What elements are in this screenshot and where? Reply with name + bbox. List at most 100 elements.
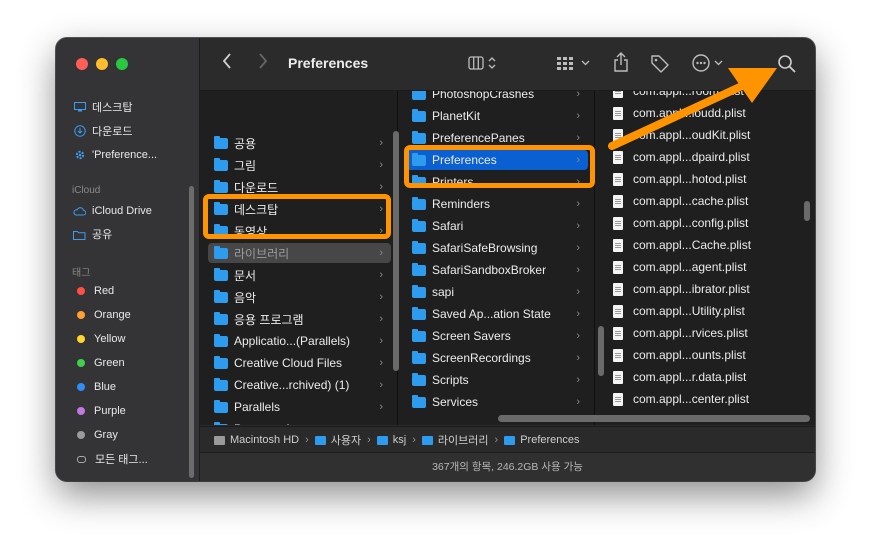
col3-item-7[interactable]: com.appl...Cache.plist — [603, 235, 809, 255]
col2-item-6[interactable]: Safari › — [406, 216, 588, 236]
sidebar-tag-green[interactable]: Green — [73, 354, 125, 372]
item-label: com.appl...dpaird.plist — [633, 150, 750, 164]
item-label: Scripts — [432, 373, 469, 387]
group-grid-icon[interactable] — [556, 56, 592, 74]
plist-file-icon — [613, 128, 623, 142]
col1-item-11[interactable]: Creative...rchived) (1) › — [208, 375, 391, 395]
col2-item-5[interactable]: Reminders › — [406, 194, 588, 214]
col1-item-8[interactable]: 응용 프로그램 › — [208, 309, 391, 329]
col2-item-7[interactable]: SafariSafeBrowsing › — [406, 238, 588, 258]
col3-item-10[interactable]: com.appl...Utility.plist — [603, 301, 809, 321]
sidebar-tag-red[interactable]: Red — [73, 282, 114, 300]
col3-item-12[interactable]: com.appl...ounts.plist — [603, 345, 809, 365]
sidebar-item-label: iCloud Drive — [92, 205, 152, 217]
col2-item-9[interactable]: sapi › — [406, 282, 588, 302]
item-label: com.appl...hotod.plist — [633, 172, 747, 186]
sidebar-all-tags[interactable]: 모든 태그... — [73, 450, 148, 468]
col3-item-6[interactable]: com.appl...config.plist — [603, 213, 809, 233]
col3-item-14[interactable]: com.appl...center.plist — [603, 389, 809, 409]
tag-icon[interactable] — [650, 53, 670, 77]
col3-item-0[interactable]: com.appl...room.plist — [603, 91, 809, 101]
col3-item-3[interactable]: com.appl...dpaird.plist — [603, 147, 809, 167]
col1-item-1[interactable]: 그림 › — [208, 155, 391, 175]
sidebar-item-label: Blue — [94, 381, 117, 393]
col3-item-4[interactable]: com.appl...hotod.plist — [603, 169, 809, 189]
sidebar-item-downloads[interactable]: 다운로드 — [73, 122, 132, 140]
chevron-right-icon: › — [576, 132, 580, 144]
chevron-right-icon: › — [379, 423, 383, 425]
horizontal-scrollbar[interactable] — [498, 415, 810, 422]
path-segment-ksj[interactable]: ksj — [376, 434, 406, 446]
chevron-right-icon: › — [379, 269, 383, 281]
share-icon[interactable] — [612, 51, 630, 77]
column-view-icon[interactable] — [468, 55, 496, 75]
col1-item-13[interactable]: Postman Agent › — [208, 419, 391, 425]
col3-item-1[interactable]: com.appl...loudd.plist — [603, 103, 809, 123]
col2-item-1[interactable]: PlanetKit › — [406, 106, 588, 126]
path-segment-macintosh-hd[interactable]: Macintosh HD — [214, 434, 299, 446]
col1-item-9[interactable]: Applicatio...(Parallels) › — [208, 331, 391, 351]
col2-item-13[interactable]: Scripts › — [406, 370, 588, 390]
path-segment-users[interactable]: 사용자 — [314, 432, 362, 448]
sidebar-tag-blue[interactable]: Blue — [73, 378, 116, 396]
col2-item-0[interactable]: PhotoshopCrashes › — [406, 91, 588, 104]
all-tags-icon — [77, 455, 86, 463]
chevron-right-icon: › — [379, 137, 383, 149]
sidebar-scrollbar[interactable] — [189, 186, 194, 478]
col2-item-10[interactable]: Saved Ap...ation State › — [406, 304, 588, 324]
sidebar-item-shared[interactable]: 공유 — [73, 225, 112, 243]
zoom-button[interactable] — [116, 58, 128, 70]
col3-item-8[interactable]: com.appl...agent.plist — [603, 257, 809, 277]
item-label: com.appl...Cache.plist — [633, 238, 752, 252]
col1-item-10[interactable]: Creative Cloud Files › — [208, 353, 391, 373]
search-icon[interactable] — [777, 54, 797, 78]
col3-item-5[interactable]: com.appl...cache.plist — [603, 191, 809, 211]
col1-item-6[interactable]: 문서 › — [208, 265, 391, 285]
item-label: 라이브러리 — [234, 246, 290, 261]
col3-item-13[interactable]: com.appl...r.data.plist — [603, 367, 809, 387]
item-label: SafariSandboxBroker — [432, 263, 547, 277]
col3-item-2[interactable]: com.appl...oudKit.plist — [603, 125, 809, 145]
item-label: com.appl...agent.plist — [633, 260, 747, 274]
forward-chevron-icon[interactable] — [258, 53, 268, 73]
plist-file-icon — [613, 150, 623, 164]
col2-item-12[interactable]: ScreenRecordings › — [406, 348, 588, 368]
sidebar-tag-purple[interactable]: Purple — [73, 402, 126, 420]
sidebar-item-desktop[interactable]: 데스크탑 — [73, 98, 132, 116]
item-label: Services — [432, 395, 479, 409]
path-segment-library[interactable]: 라이브러리 — [421, 432, 489, 448]
col2-item-14[interactable]: Services › — [406, 392, 588, 412]
column-3-scrollbar[interactable] — [804, 201, 810, 221]
col1-item-5[interactable]: 라이브러리 › — [208, 243, 391, 263]
path-label: 사용자 — [330, 435, 362, 447]
sidebar-item-preferences[interactable]: 'Preference... — [73, 146, 157, 164]
chevron-right-icon: › — [379, 357, 383, 369]
sidebar-item-icloud-drive[interactable]: iCloud Drive — [73, 202, 152, 220]
minimize-button[interactable] — [96, 58, 108, 70]
home-folder-icon — [376, 435, 388, 445]
col3-item-11[interactable]: com.appl...rvices.plist — [603, 323, 809, 343]
close-button[interactable] — [76, 58, 88, 70]
item-label: Safari — [432, 219, 464, 233]
col3-item-9[interactable]: com.appl...ibrator.plist — [603, 279, 809, 299]
col2-item-11[interactable]: Screen Savers › — [406, 326, 588, 346]
column-2-scrollbar[interactable] — [598, 326, 604, 376]
col1-item-12[interactable]: Parallels › — [208, 397, 391, 417]
sidebar-tag-gray[interactable]: Gray — [73, 426, 118, 444]
item-label: com.appl...Utility.plist — [633, 304, 745, 318]
back-chevron-icon[interactable] — [222, 53, 232, 73]
plist-file-icon — [613, 194, 623, 208]
sidebar-tag-orange[interactable]: Orange — [73, 306, 131, 324]
more-actions-icon[interactable] — [692, 53, 728, 77]
path-separator-icon: › — [367, 434, 371, 446]
column-1-scrollbar[interactable] — [393, 131, 399, 371]
path-label: 라이브러리 — [437, 435, 489, 447]
col1-item-7[interactable]: 음악 › — [208, 287, 391, 307]
sidebar-tag-yellow[interactable]: Yellow — [73, 330, 125, 348]
chevron-right-icon: › — [379, 313, 383, 325]
col1-item-0[interactable]: 공용 › — [208, 133, 391, 153]
sidebar-item-label: 다운로드 — [92, 126, 133, 138]
chevron-right-icon: › — [576, 330, 580, 342]
path-segment-preferences[interactable]: Preferences — [504, 434, 580, 446]
col2-item-8[interactable]: SafariSandboxBroker › — [406, 260, 588, 280]
